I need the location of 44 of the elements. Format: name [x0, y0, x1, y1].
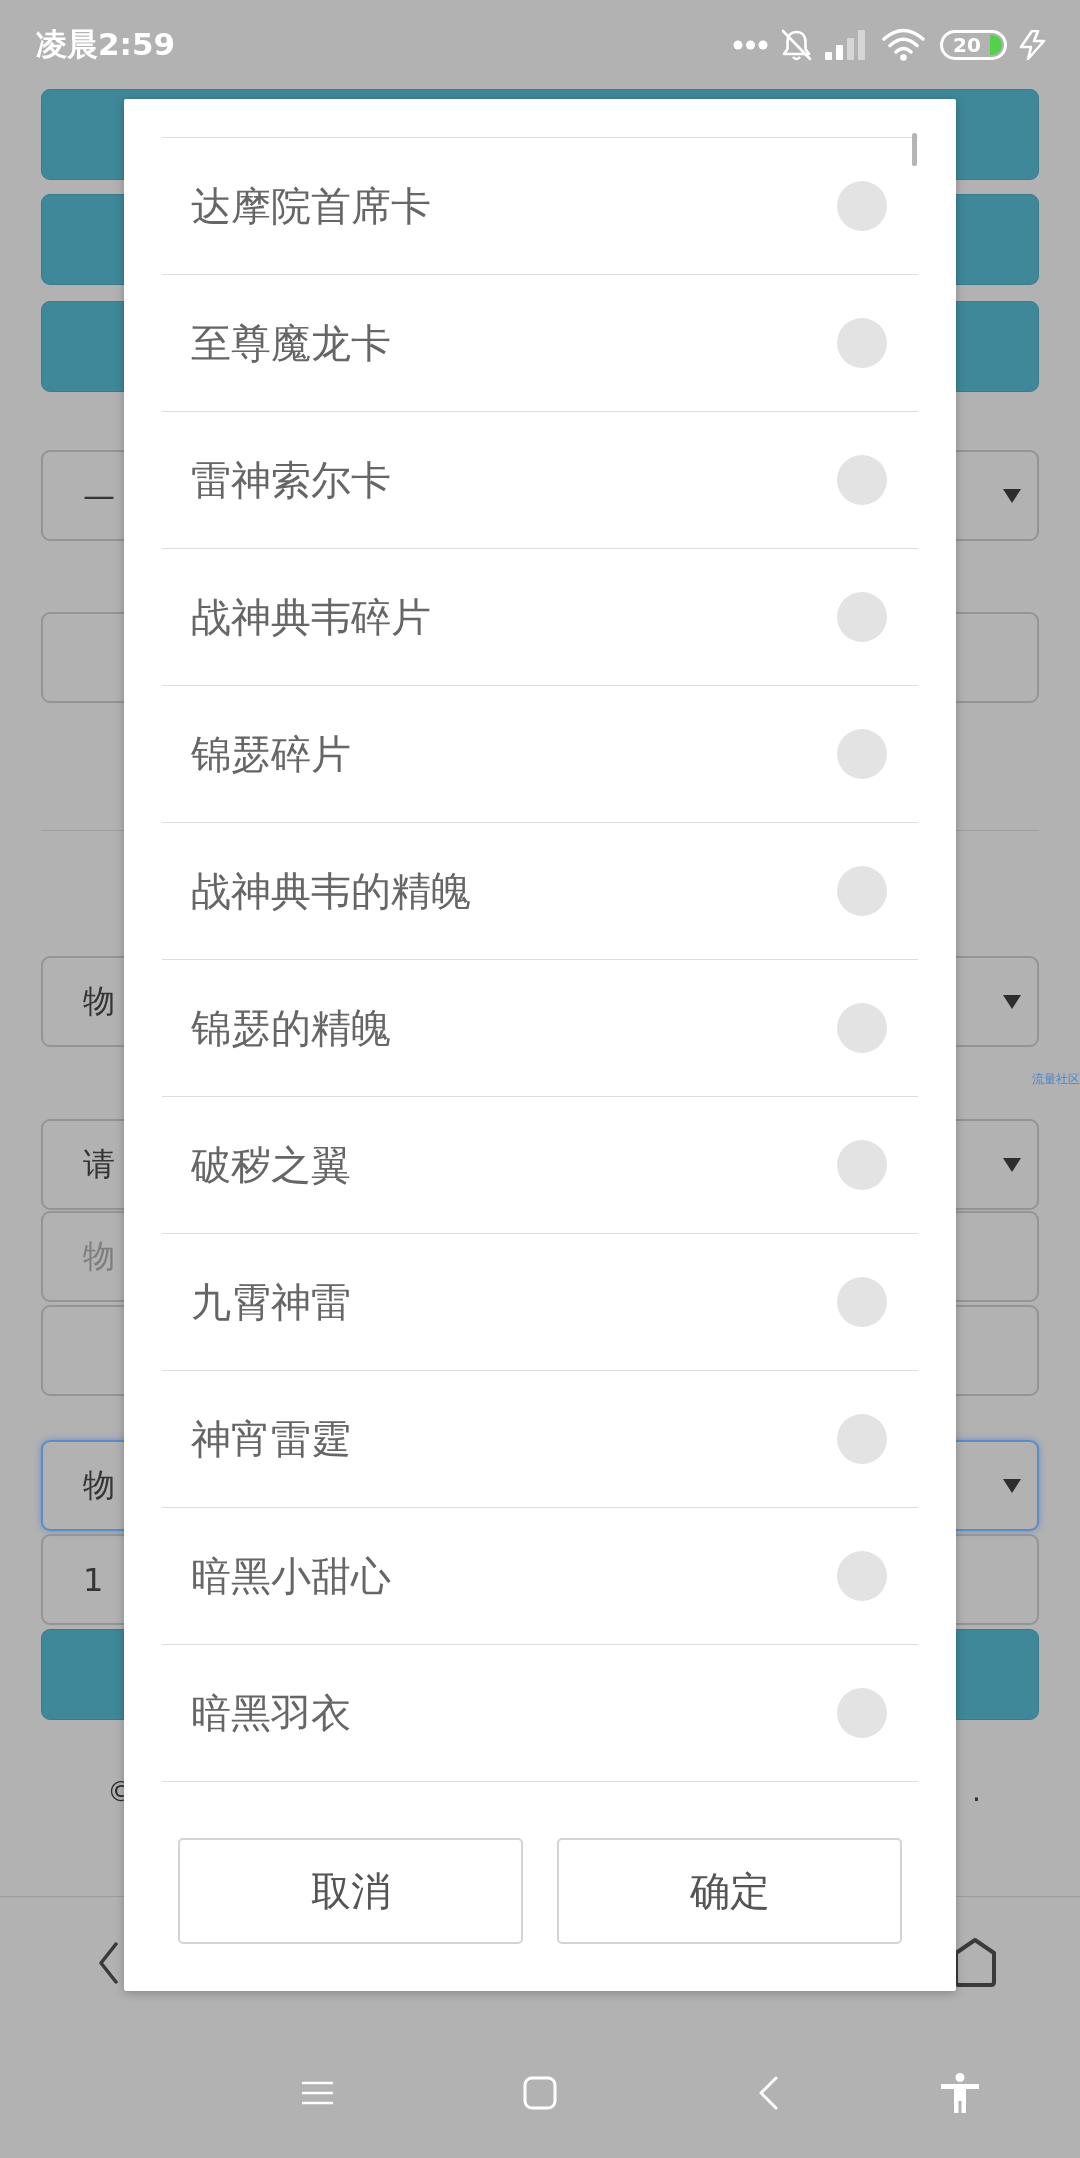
bell-off-icon: [780, 27, 813, 62]
cancel-button[interactable]: 取消: [178, 1838, 523, 1944]
option-label[interactable]: 战神典韦碎片: [191, 589, 431, 645]
radio-button[interactable]: [837, 1003, 887, 1053]
dropdown-arrow-icon: [1003, 488, 1021, 503]
status-time: 凌晨2:59: [36, 24, 176, 64]
home-square-icon[interactable]: [523, 2076, 557, 2110]
accessibility-icon[interactable]: [941, 2073, 979, 2113]
radio-button[interactable]: [837, 318, 887, 368]
back-icon[interactable]: [98, 1941, 118, 1984]
dropdown-arrow-icon: [1003, 1157, 1021, 1172]
option-label[interactable]: 九霄神雷: [191, 1274, 351, 1330]
footer-text: .: [972, 1775, 981, 1809]
battery-indicator: 20: [940, 29, 1007, 60]
option-label[interactable]: 暗黑小甜心: [191, 1548, 391, 1604]
radio-button[interactable]: [837, 1688, 887, 1738]
radio-button[interactable]: [837, 729, 887, 779]
confirm-button[interactable]: 确定: [557, 1838, 902, 1944]
radio-button[interactable]: [837, 592, 887, 642]
option-label[interactable]: 破秽之翼: [191, 1137, 351, 1193]
option-label[interactable]: 达摩院首席卡: [191, 178, 431, 234]
scrollbar-thumb: [912, 133, 917, 166]
radio-button[interactable]: [837, 1551, 887, 1601]
charging-bolt-icon: [1018, 29, 1047, 60]
more-dots-icon: [733, 39, 768, 50]
radio-button[interactable]: [837, 1414, 887, 1464]
radio-button[interactable]: [837, 181, 887, 231]
option-label[interactable]: 战神典韦的精魄: [191, 863, 471, 919]
dropdown-arrow-icon: [1003, 994, 1021, 1009]
option-label[interactable]: 暗黑羽衣: [191, 1685, 351, 1741]
wifi-icon: [882, 28, 925, 61]
option-label[interactable]: 雷神索尔卡: [191, 452, 391, 508]
radio-button[interactable]: [837, 1140, 887, 1190]
radio-button[interactable]: [837, 1277, 887, 1327]
signal-icon: [825, 29, 866, 60]
radio-button[interactable]: [837, 866, 887, 916]
dropdown-arrow-icon: [1003, 1478, 1021, 1493]
option-label[interactable]: 锦瑟碎片: [191, 726, 351, 782]
menu-icon[interactable]: [302, 2081, 333, 2105]
option-label[interactable]: 至尊魔龙卡: [191, 315, 391, 371]
option-label[interactable]: 锦瑟的精魄: [191, 1000, 391, 1056]
home-icon[interactable]: [953, 1937, 997, 1988]
radio-button[interactable]: [837, 455, 887, 505]
option-label[interactable]: 神宵雷霆: [191, 1411, 351, 1467]
